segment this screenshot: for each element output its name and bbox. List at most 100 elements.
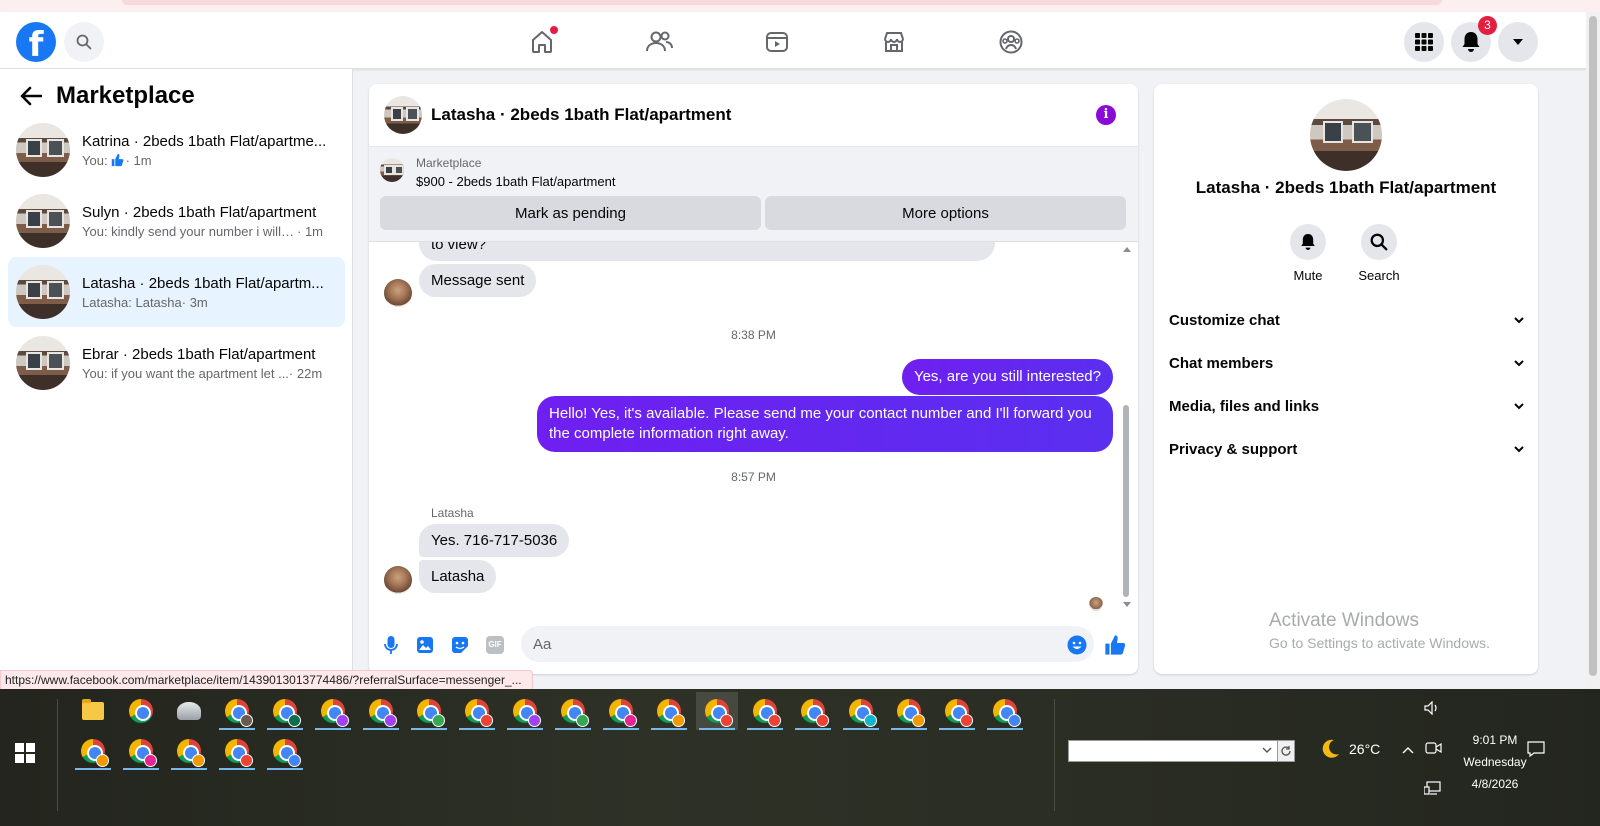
marketplace-listing-bar: Marketplace $900 - 2beds 1bath Flat/apar… bbox=[369, 147, 1138, 242]
chat-title[interactable]: Latasha · 2beds 1bath Flat/apartment bbox=[431, 105, 731, 125]
section-label: Chat members bbox=[1169, 354, 1274, 372]
chrome-profile-taskbar-icon[interactable] bbox=[264, 692, 306, 730]
chrome-profile-taskbar-icon[interactable] bbox=[792, 692, 834, 730]
windows-start-icon[interactable] bbox=[14, 742, 36, 764]
chrome-profile-taskbar-icon[interactable] bbox=[504, 692, 546, 730]
chat-window: Latasha · 2beds 1bath Flat/apartment i M… bbox=[369, 84, 1138, 674]
section-label: Customize chat bbox=[1169, 311, 1280, 329]
sender-avatar[interactable] bbox=[384, 566, 412, 594]
chrome-profile-taskbar-icon[interactable] bbox=[120, 732, 162, 770]
listing-title-price[interactable]: $900 - 2beds 1bath Flat/apartment bbox=[416, 174, 615, 189]
chrome-icon bbox=[513, 699, 541, 727]
chat-members-section[interactable]: Chat members bbox=[1169, 345, 1525, 381]
conversation-item-sulyn[interactable]: Sulyn · 2beds 1bath Flat/apartment You: … bbox=[8, 186, 345, 256]
conversation-time: · 1m bbox=[125, 152, 152, 168]
chrome-profile-taskbar-icon[interactable] bbox=[264, 732, 306, 770]
nav-marketplace[interactable] bbox=[876, 24, 912, 60]
mute-button[interactable]: Mute bbox=[1278, 224, 1338, 283]
message-list: to view? Message sent 8:38 PM Yes, are y… bbox=[369, 242, 1138, 614]
message-bubble-incoming[interactable]: Message sent bbox=[419, 264, 537, 297]
message-bubble-outgoing[interactable]: Yes, are you still interested? bbox=[901, 359, 1113, 395]
chrome-profile-taskbar-icon[interactable] bbox=[216, 692, 258, 730]
search-in-conversation-button[interactable]: Search bbox=[1349, 224, 1409, 283]
voice-clip-button[interactable] bbox=[380, 634, 402, 656]
weather-moon-icon[interactable] bbox=[1319, 738, 1341, 760]
chrome-profile-taskbar-icon[interactable] bbox=[744, 692, 786, 730]
chat-avatar[interactable] bbox=[384, 96, 422, 134]
chrome-profile-taskbar-icon[interactable] bbox=[600, 692, 642, 730]
message-bubble-incoming[interactable]: to view? bbox=[419, 242, 995, 261]
attach-photo-button[interactable] bbox=[414, 634, 436, 656]
taskbar-address-input[interactable] bbox=[1068, 740, 1295, 762]
conversation-item-katrina[interactable]: Katrina · 2beds 1bath Flat/apartme... Yo… bbox=[8, 115, 345, 185]
address-dropdown-chevron-icon[interactable] bbox=[1262, 746, 1272, 754]
chrome-taskbar-icon[interactable] bbox=[120, 692, 162, 730]
chrome-profile-taskbar-icon[interactable] bbox=[408, 692, 450, 730]
message-bubble-incoming[interactable]: Latasha bbox=[419, 560, 497, 593]
taskbar-separator bbox=[1054, 699, 1055, 811]
gif-button[interactable]: GIF bbox=[484, 634, 506, 656]
file-explorer-taskbar-icon[interactable] bbox=[72, 692, 114, 730]
chat-header: Latasha · 2beds 1bath Flat/apartment i bbox=[369, 84, 1138, 147]
top-navigation-bar: f 3 bbox=[0, 12, 1586, 69]
chrome-profile-taskbar-icon[interactable] bbox=[72, 732, 114, 770]
meet-now-icon[interactable] bbox=[1425, 741, 1443, 755]
message-input[interactable] bbox=[521, 626, 1094, 662]
windows-taskbar: 26°C bbox=[0, 689, 1600, 826]
message-timestamp: 8:57 PM bbox=[731, 470, 776, 484]
chrome-profile-taskbar-icon-active[interactable] bbox=[696, 692, 738, 730]
bell-icon bbox=[1462, 32, 1480, 52]
chrome-icon bbox=[657, 699, 685, 727]
chrome-profile-taskbar-icon[interactable] bbox=[648, 692, 690, 730]
page-scrollbar[interactable] bbox=[1586, 12, 1600, 689]
chrome-profile-taskbar-icon[interactable] bbox=[840, 692, 882, 730]
conversation-item-latasha[interactable]: Latasha · 2beds 1bath Flat/apartm... Lat… bbox=[8, 257, 345, 327]
emoji-button[interactable] bbox=[1066, 634, 1088, 656]
nav-groups[interactable] bbox=[993, 24, 1029, 60]
chrome-profile-taskbar-icon[interactable] bbox=[552, 692, 594, 730]
message-bubble-outgoing[interactable]: Hello! Yes, it's available. Please send … bbox=[537, 396, 1113, 452]
chrome-profile-taskbar-icon[interactable] bbox=[216, 732, 258, 770]
chrome-profile-taskbar-icon[interactable] bbox=[312, 692, 354, 730]
chrome-profile-taskbar-icon[interactable] bbox=[168, 732, 210, 770]
notifications-button[interactable]: 3 bbox=[1451, 16, 1497, 62]
chrome-profile-taskbar-icon[interactable] bbox=[936, 692, 978, 730]
message-scrollbar-thumb[interactable] bbox=[1123, 405, 1129, 597]
refresh-button[interactable] bbox=[1277, 740, 1295, 762]
listing-profile-image[interactable] bbox=[1310, 99, 1382, 171]
conversation-time: · 3m bbox=[181, 294, 208, 310]
page-scrollbar-thumb[interactable] bbox=[1589, 16, 1597, 676]
like-button[interactable] bbox=[1104, 634, 1126, 656]
privacy-support-section[interactable]: Privacy & support bbox=[1169, 431, 1525, 467]
back-button[interactable] bbox=[16, 81, 46, 111]
more-options-button[interactable]: More options bbox=[765, 196, 1126, 230]
nav-video[interactable] bbox=[759, 24, 795, 60]
sender-avatar[interactable] bbox=[384, 279, 412, 307]
menu-button[interactable] bbox=[1404, 22, 1444, 62]
customize-chat-section[interactable]: Customize chat bbox=[1169, 302, 1525, 338]
sticker-button[interactable] bbox=[449, 634, 471, 656]
network-icon[interactable] bbox=[1424, 781, 1442, 795]
sticker-icon bbox=[452, 637, 468, 653]
app-taskbar-icon[interactable] bbox=[168, 692, 210, 730]
chevron-up-icon[interactable] bbox=[1401, 745, 1415, 755]
nav-home[interactable] bbox=[524, 24, 560, 60]
chrome-icon bbox=[225, 739, 253, 767]
temperature-text[interactable]: 26°C bbox=[1349, 741, 1380, 757]
account-menu-button[interactable] bbox=[1498, 22, 1538, 62]
chrome-profile-taskbar-icon[interactable] bbox=[360, 692, 402, 730]
message-bubble-incoming[interactable]: Yes. 716-717-5036 bbox=[419, 524, 570, 557]
mark-as-pending-button[interactable]: Mark as pending bbox=[380, 196, 761, 230]
facebook-logo-icon[interactable]: f bbox=[16, 22, 56, 62]
chrome-profile-taskbar-icon[interactable] bbox=[984, 692, 1026, 730]
info-icon[interactable]: i bbox=[1096, 105, 1116, 125]
speaker-icon[interactable] bbox=[1424, 701, 1440, 715]
chrome-profile-taskbar-icon[interactable] bbox=[456, 692, 498, 730]
conversation-item-ebrar[interactable]: Ebrar · 2beds 1bath Flat/apartment You: … bbox=[8, 328, 345, 398]
media-files-links-section[interactable]: Media, files and links bbox=[1169, 388, 1525, 424]
search-button[interactable] bbox=[64, 22, 104, 62]
nav-friends[interactable] bbox=[641, 24, 677, 60]
listing-thumbnail[interactable] bbox=[380, 158, 404, 182]
system-clock[interactable]: 9:01 PM Wednesday 4/8/2026 bbox=[1455, 729, 1535, 795]
chrome-profile-taskbar-icon[interactable] bbox=[888, 692, 930, 730]
